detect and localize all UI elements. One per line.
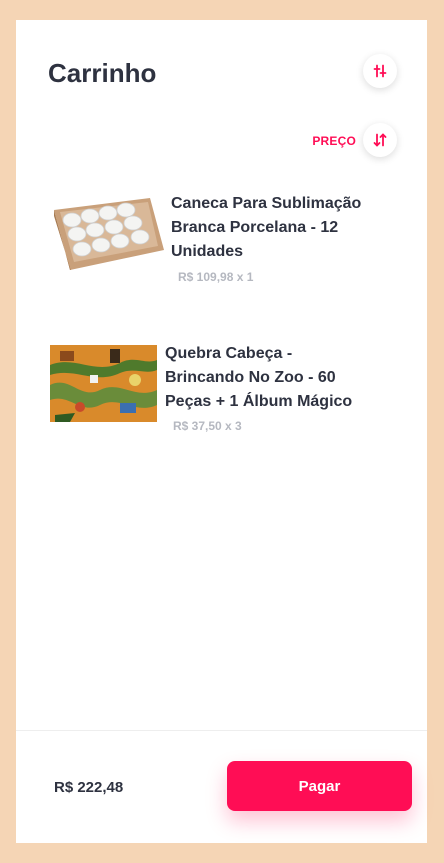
product-image-mugs — [54, 198, 164, 270]
sort-label[interactable]: PREÇO — [306, 134, 356, 148]
cart-item[interactable]: Quebra Cabeça - Brincando No Zoo - 60 Pe… — [16, 340, 427, 450]
pay-button[interactable]: Pagar — [227, 761, 412, 811]
item-name: Quebra Cabeça - Brincando No Zoo - 60 Pe… — [165, 345, 353, 410]
cart-item[interactable]: Caneca Para Sublimação Branca Porcelana … — [16, 190, 427, 300]
item-price: R$ 37,50 x 3 — [173, 419, 242, 433]
page-title: Carrinho — [48, 58, 157, 88]
item-price: R$ 109,98 x 1 — [178, 270, 254, 284]
item-name: Caneca Para Sublimação Branca Porcelana … — [171, 195, 362, 260]
filter-sliders-icon — [373, 64, 387, 78]
sort-arrows-icon — [373, 133, 387, 147]
filter-button[interactable] — [363, 54, 397, 88]
cart-footer: R$ 222,48 Pagar — [16, 730, 427, 843]
cart-screen: Carrinho PREÇO Caneca Para Sublimação Br… — [16, 20, 427, 843]
cart-total: R$ 222,48 — [54, 779, 124, 796]
sort-button[interactable] — [363, 123, 397, 157]
product-image-puzzle — [50, 345, 157, 422]
